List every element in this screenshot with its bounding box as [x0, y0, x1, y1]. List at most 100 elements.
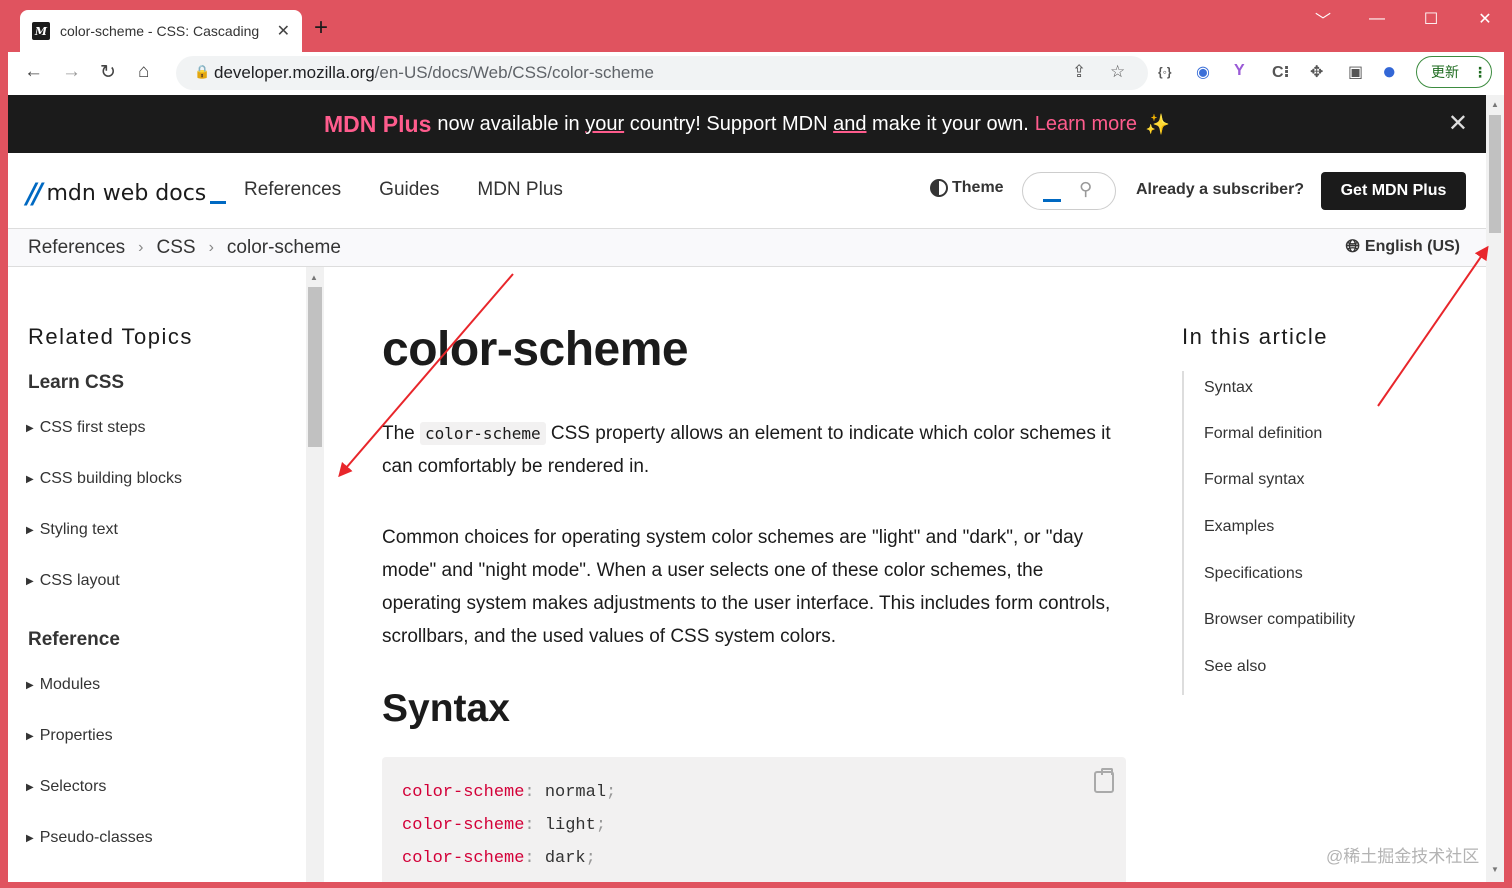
toc-item-see-also[interactable]: See also [1204, 658, 1266, 676]
caret-right-icon: ▶ [26, 473, 34, 485]
mdn-logo-icon: // [26, 177, 43, 210]
description-paragraph: Common choices for operating system colo… [382, 527, 1111, 647]
toc-title: In this article [1182, 324, 1328, 349]
extension-json-icon[interactable]: {◦} [1158, 65, 1172, 79]
side-panel-icon[interactable]: ▣ [1348, 62, 1363, 82]
extensions-puzzle-icon[interactable]: ✥ [1310, 62, 1323, 82]
sidebar-item-styling-text[interactable]: ▶ Styling text [26, 521, 118, 539]
browser-update-button[interactable]: 更新 ⋮ [1416, 56, 1492, 88]
chevron-right-icon: › [138, 239, 144, 256]
toc-item-formal-definition[interactable]: Formal definition [1204, 425, 1322, 443]
mdn-logo[interactable]: // mdn web docs [26, 177, 227, 210]
minimize-icon[interactable]: — [1350, 0, 1404, 38]
caret-right-icon: ▶ [26, 730, 34, 742]
close-window-icon[interactable]: ✕ [1458, 0, 1512, 38]
toc-item-syntax[interactable]: Syntax [1204, 379, 1253, 397]
site-header: // mdn web docs References Guides MDN Pl… [8, 153, 1486, 229]
toc-item-browser-compatibility[interactable]: Browser compatibility [1204, 611, 1355, 629]
subscriber-login-link[interactable]: Already a subscriber? [1136, 181, 1304, 199]
syntax-heading[interactable]: Syntax [382, 687, 510, 731]
browser-toolbar: ← → ↻ ⌂ 🔒 developer.mozilla.org/en-US/do… [0, 52, 1512, 95]
window-controls: ﹀ — ☐ ✕ [1296, 0, 1512, 40]
scroll-down-arrow-icon[interactable]: ▼ [1491, 865, 1499, 874]
extension-ci-icon[interactable]: C⁝ [1272, 62, 1290, 82]
theme-toggle-button[interactable]: Theme [930, 179, 1004, 197]
intro-paragraph: The color-scheme CSS property allows an … [382, 422, 1111, 477]
profile-avatar-icon[interactable]: ● [1382, 58, 1397, 86]
search-icon[interactable]: ⚲ [1079, 179, 1092, 200]
share-icon[interactable]: ⇪ [1072, 62, 1086, 82]
nav-guides[interactable]: Guides [379, 179, 439, 201]
copy-clipboard-icon[interactable] [1094, 768, 1114, 793]
sidebar-item-modules[interactable]: ▶ Modules [26, 676, 100, 694]
toc-item-specifications[interactable]: Specifications [1204, 565, 1303, 583]
reload-icon[interactable]: ↻ [100, 61, 116, 84]
sidebar-item-css-first-steps[interactable]: ▶ CSS first steps [26, 419, 146, 437]
breadcrumb-references[interactable]: References [28, 237, 125, 259]
extension-shield-icon[interactable]: ◉ [1196, 62, 1210, 82]
page-scrollbar[interactable]: ▲ ▼ [1486, 95, 1504, 882]
browser-tab-active[interactable]: M color-scheme - CSS: Cascading ✕ [20, 10, 302, 52]
url-text[interactable]: developer.mozilla.org/en-US/docs/Web/CSS… [214, 63, 654, 83]
nav-mdn-plus[interactable]: MDN Plus [477, 179, 563, 201]
sidebar: Related Topics Learn CSS ▶ CSS first step… [8, 267, 306, 882]
nav-references[interactable]: References [244, 179, 341, 201]
scroll-up-arrow-icon[interactable]: ▲ [1491, 100, 1499, 109]
extension-y-icon[interactable]: Y [1234, 62, 1245, 80]
language-switcher[interactable]: 🌐︎ English (US) [1345, 236, 1460, 257]
learn-more-link[interactable]: Learn more [1035, 113, 1137, 136]
banner-brand: MDN Plus [324, 110, 432, 137]
sidebar-scrollbar[interactable]: ▲ [306, 267, 324, 882]
article-content: color-scheme The color-scheme CSS proper… [382, 267, 1132, 882]
tab-search-chevron-icon[interactable]: ﹀ [1296, 0, 1350, 38]
logo-underscore [210, 201, 227, 204]
sidebar-item-properties[interactable]: ▶ Properties [26, 727, 113, 745]
tab-close-icon[interactable]: ✕ [277, 21, 290, 41]
inline-code[interactable]: color-scheme [420, 422, 546, 445]
back-icon[interactable]: ← [24, 61, 43, 83]
window-frame-right [1504, 52, 1512, 888]
search-input[interactable]: ⚲ [1022, 172, 1116, 210]
sidebar-scrollbar-thumb[interactable] [308, 287, 322, 447]
page-title: color-scheme [382, 323, 689, 376]
mdn-favicon-icon: M [32, 22, 50, 40]
sidebar-heading-reference[interactable]: Reference [28, 629, 120, 651]
window-frame-left [0, 52, 8, 888]
caret-right-icon: ▶ [26, 832, 34, 844]
scroll-up-arrow-icon[interactable]: ▲ [310, 273, 318, 282]
tab-title: color-scheme - CSS: Cascading [60, 23, 260, 39]
caret-right-icon: ▶ [26, 679, 34, 691]
sidebar-item-selectors[interactable]: ▶ Selectors [26, 778, 106, 796]
maximize-icon[interactable]: ☐ [1404, 0, 1458, 38]
address-bar[interactable]: 🔒 developer.mozilla.org/en-US/docs/Web/C… [176, 56, 1148, 90]
page-scrollbar-thumb[interactable] [1489, 115, 1501, 233]
caret-right-icon: ▶ [26, 781, 34, 793]
table-of-contents: In this article Syntax Formal definition… [1182, 267, 1472, 882]
sidebar-heading-learn-css[interactable]: Learn CSS [28, 372, 124, 394]
new-tab-button[interactable]: + [314, 14, 328, 42]
code-line: color-scheme: normal; [402, 783, 617, 802]
more-menu-icon[interactable]: ⋮ [1473, 64, 1487, 81]
home-icon[interactable]: ⌂ [138, 61, 149, 83]
sparkle-icon: ✨ [1145, 113, 1170, 136]
forward-icon[interactable]: → [62, 61, 81, 83]
caret-right-icon: ▶ [26, 422, 34, 434]
web-page: MDN Plus now available in your country! … [8, 95, 1504, 882]
toc-item-examples[interactable]: Examples [1204, 518, 1274, 536]
sidebar-item-pseudo-classes[interactable]: ▶ Pseudo-classes [26, 829, 153, 847]
code-line: color-scheme: light; [402, 816, 607, 835]
banner-close-icon[interactable]: ✕ [1448, 109, 1468, 138]
mdn-plus-banner: MDN Plus now available in your country! … [8, 95, 1486, 153]
browser-tab-bar: M color-scheme - CSS: Cascading ✕ + ﹀ — … [0, 0, 1512, 52]
breadcrumb-current[interactable]: color-scheme [227, 237, 341, 259]
code-line: color-scheme: dark; [402, 849, 596, 868]
bookmark-star-icon[interactable]: ☆ [1110, 62, 1125, 82]
sidebar-item-css-layout[interactable]: ▶ CSS layout [26, 572, 120, 590]
toc-item-formal-syntax[interactable]: Formal syntax [1204, 471, 1304, 489]
lock-icon[interactable]: 🔒 [194, 64, 210, 80]
syntax-code-block[interactable]: color-scheme: normal; color-scheme: ligh… [382, 757, 1126, 882]
get-mdn-plus-button[interactable]: Get MDN Plus [1321, 172, 1466, 210]
breadcrumb-css[interactable]: CSS [157, 237, 196, 259]
main-nav: References Guides MDN Plus [244, 179, 563, 201]
sidebar-item-css-building-blocks[interactable]: ▶ CSS building blocks [26, 470, 182, 488]
